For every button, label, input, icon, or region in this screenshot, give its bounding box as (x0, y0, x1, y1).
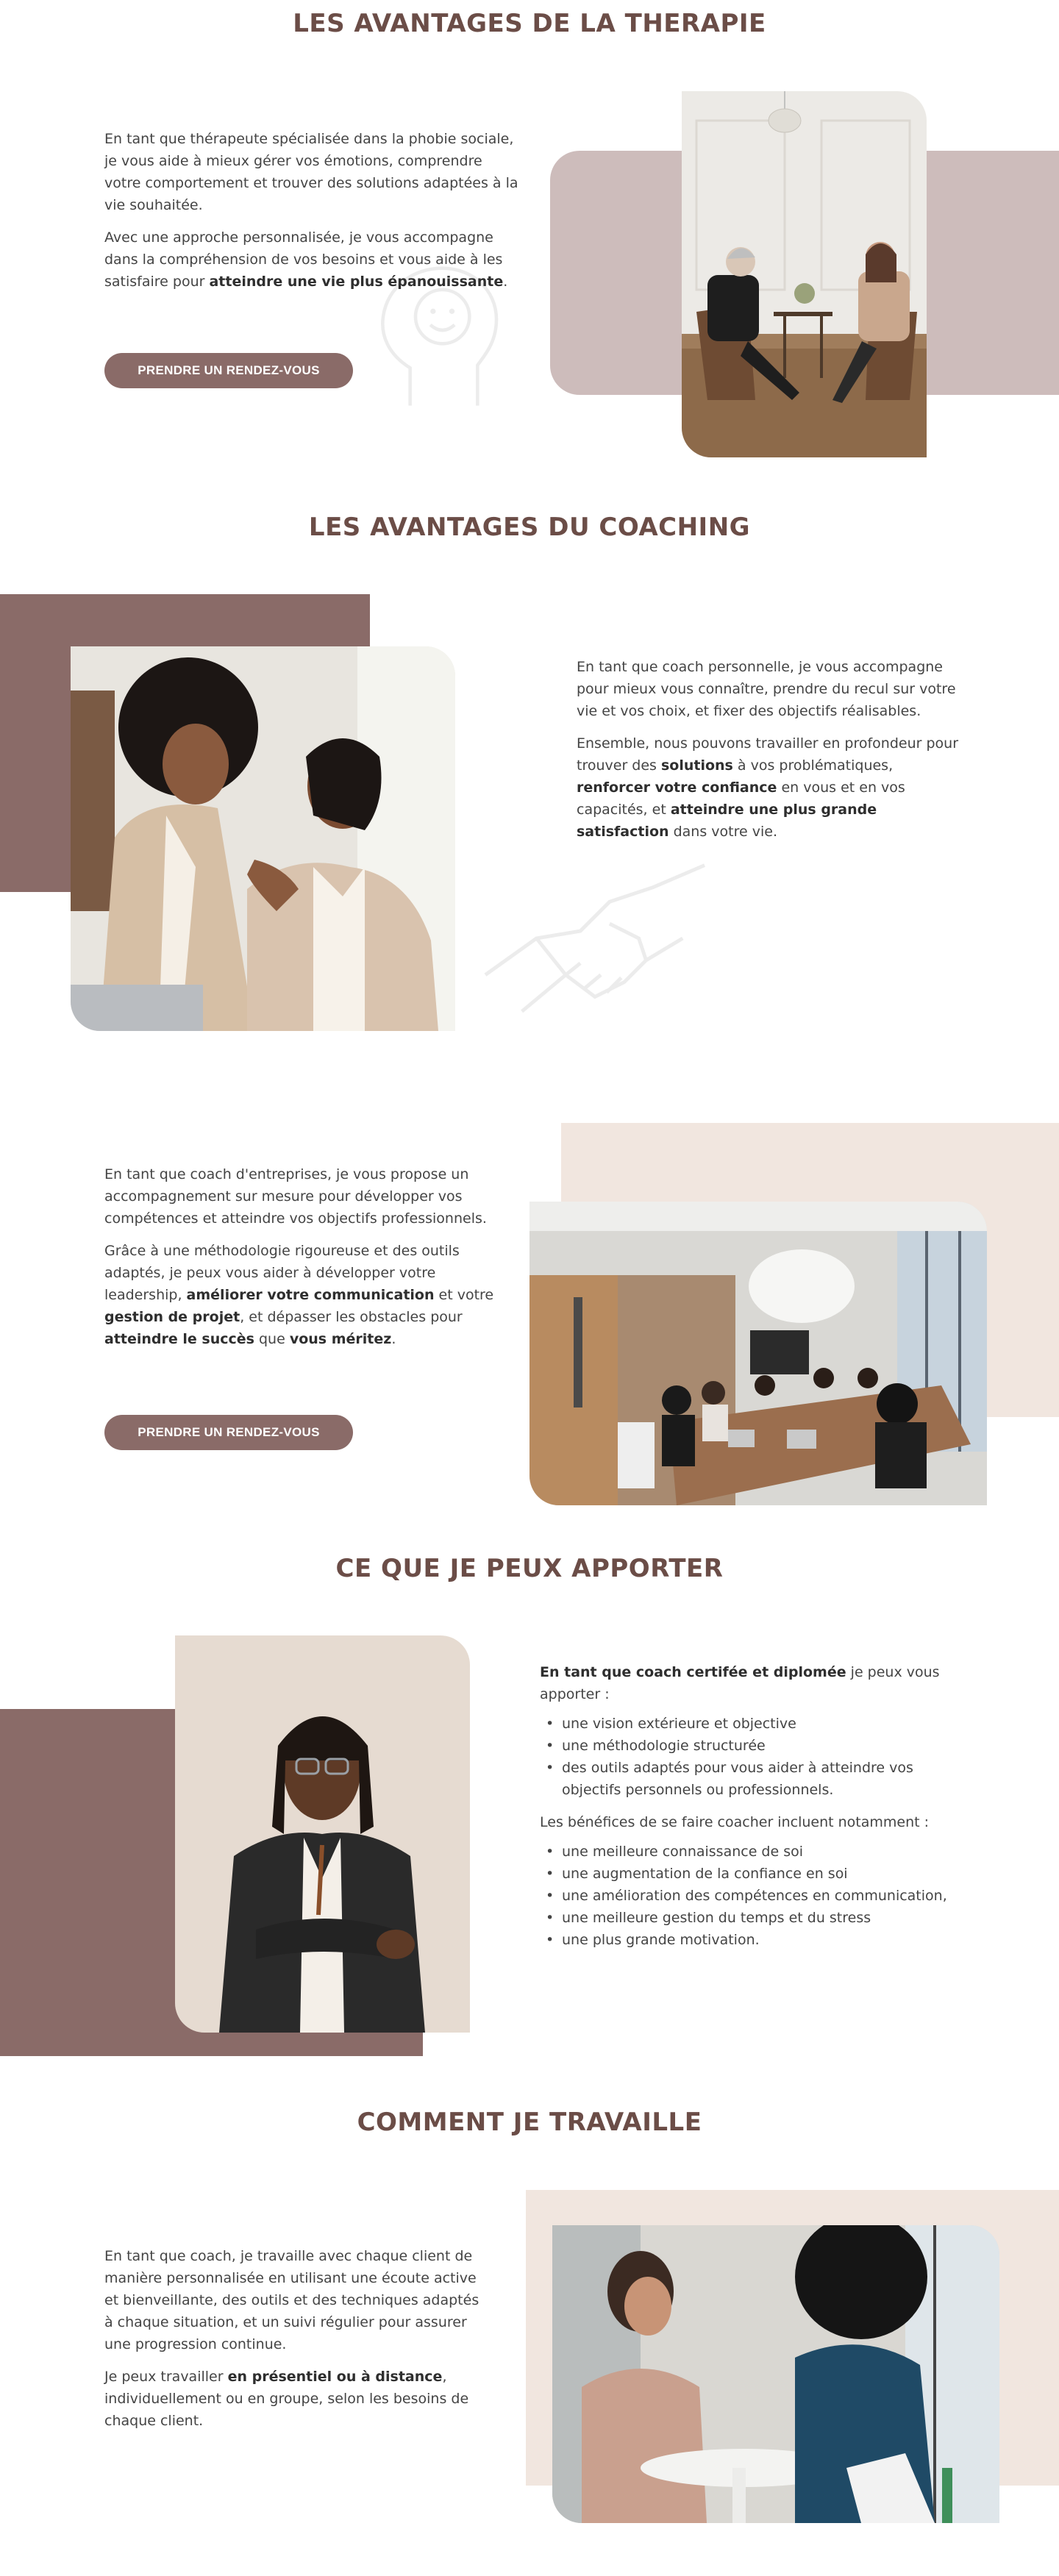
list-item: une amélioration des compétences en comm… (546, 1885, 952, 1907)
coaching-title: LES AVANTAGES DU COACHING (308, 513, 751, 542)
coaching-photo (71, 646, 455, 1031)
travail-p1: En tant que coach, je travaille avec cha… (104, 2248, 479, 2352)
apporter-title: CE QUE JE PEUX APPORTER (335, 1554, 724, 1583)
apporter-photo (175, 1635, 470, 2033)
list-item: une plus grande motivation. (546, 1929, 952, 1951)
coaching-p1: En tant que coach personnelle, je vous a… (577, 659, 956, 719)
list-item: une meilleure connaissance de soi (546, 1841, 952, 1863)
therapie-p2: Avec une approche personnalisée, je vous… (104, 229, 508, 290)
apporter-text: En tant que coach certifée et diplomée j… (540, 1661, 952, 1961)
therapie-rdv-button[interactable]: PRENDRE UN RENDEZ-VOUS (104, 353, 353, 388)
entreprise-p1: En tant que coach d'entreprises, je vous… (104, 1166, 487, 1227)
list-item: une méthodologie structurée (546, 1735, 952, 1757)
list-item: une meilleure gestion du temps et du str… (546, 1907, 952, 1929)
apporter-list-1: une vision extérieure et objective une m… (546, 1713, 952, 1801)
entreprise-text: En tant que coach d'entreprises, je vous… (104, 1163, 502, 1360)
coaching-p2: Ensemble, nous pouvons travailler en pro… (577, 735, 959, 840)
list-item: une vision extérieure et objective (546, 1713, 952, 1735)
apporter-list-2: une meilleure connaissance de soi une au… (546, 1841, 952, 1951)
coaching-text: En tant que coach personnelle, je vous a… (577, 656, 960, 853)
page: LES AVANTAGES DE LA THERAPIE En tant que… (0, 0, 1059, 2576)
apporter-intro: En tant que coach certifée et diplomée j… (540, 1664, 940, 1702)
list-item: des outils adaptés pour vous aider à att… (546, 1757, 952, 1801)
entreprise-photo (530, 1202, 987, 1505)
handshake-icon (484, 863, 706, 1013)
therapie-text: En tant que thérapeute spécialisée dans … (104, 128, 522, 303)
travail-text: En tant que coach, je travaille avec cha… (104, 2245, 479, 2442)
apporter-benefits-intro: Les bénéfices de se faire coacher inclue… (540, 1814, 930, 1830)
therapie-photo (682, 91, 927, 457)
entreprise-rdv-button[interactable]: PRENDRE UN RENDEZ-VOUS (104, 1415, 353, 1450)
therapie-title: LES AVANTAGES DE LA THERAPIE (293, 9, 766, 38)
travail-photo (552, 2225, 999, 2523)
travail-title: COMMENT JE TRAVAILLE (357, 2108, 702, 2137)
therapie-p1: En tant que thérapeute spécialisée dans … (104, 131, 518, 213)
entreprise-p2: Grâce à une méthodologie rigoureuse et d… (104, 1243, 494, 1347)
list-item: une augmentation de la confiance en soi (546, 1863, 952, 1885)
travail-p2: Je peux travailler en présentiel ou à di… (104, 2369, 469, 2429)
